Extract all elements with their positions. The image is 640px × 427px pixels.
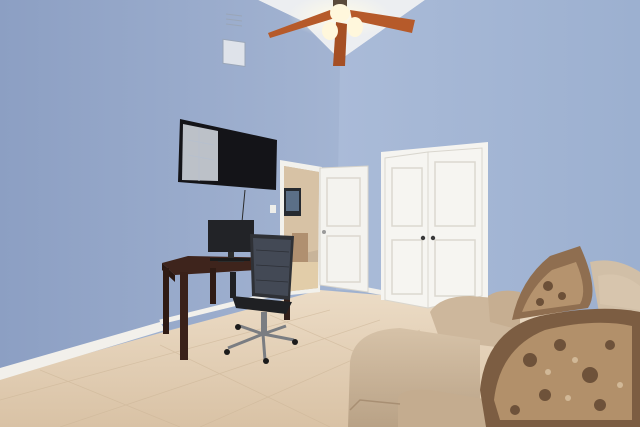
wall-switch — [270, 205, 276, 213]
closet-door-icon — [381, 142, 488, 309]
room-photo — [0, 0, 640, 427]
room-illustration — [0, 0, 640, 427]
door-icon — [319, 165, 369, 293]
